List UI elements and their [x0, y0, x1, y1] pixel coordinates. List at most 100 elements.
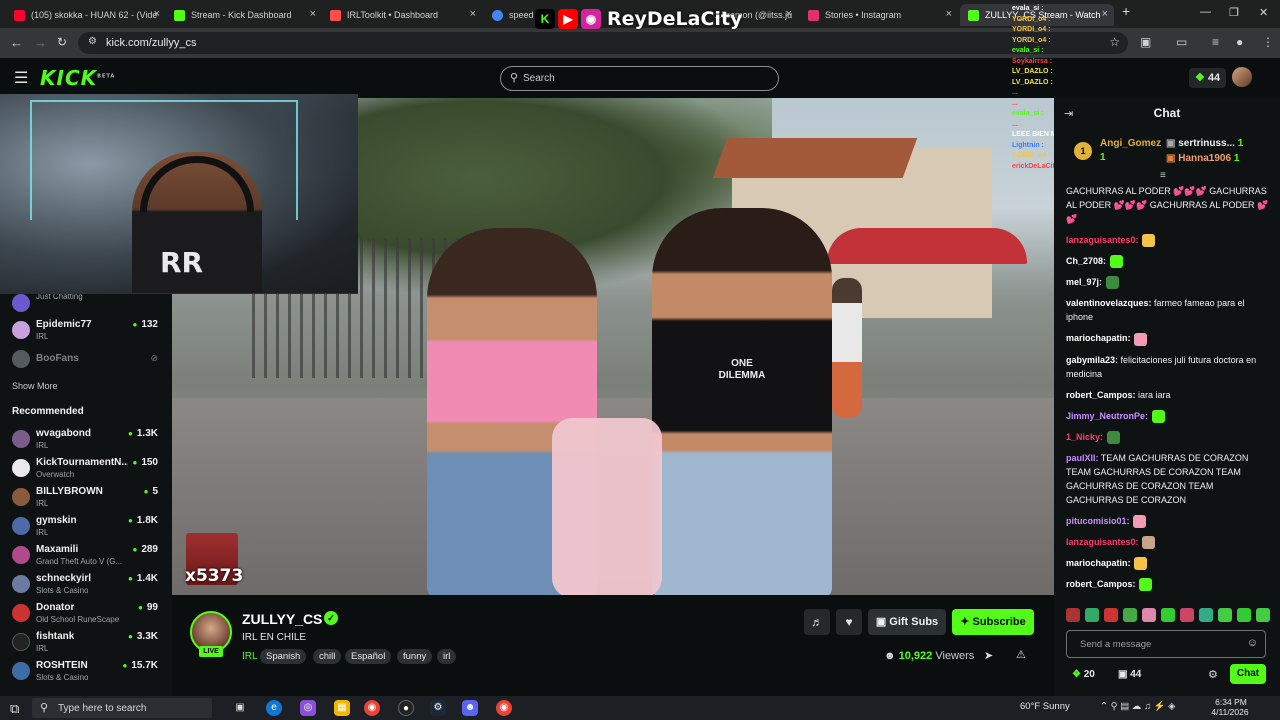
sidebar-item-epidemic77[interactable]: Epidemic77 IRL 132 — [0, 315, 172, 344]
tag-chip[interactable]: chill — [313, 649, 342, 664]
quick-emote-icon[interactable] — [1085, 608, 1099, 622]
weather-widget[interactable]: 60°F Sunny — [1020, 701, 1070, 712]
notification-bell-icon[interactable]: ♬ — [804, 609, 830, 635]
chat-username[interactable]: robert_Campos: — [1066, 579, 1136, 589]
close-window-icon[interactable]: ✕ — [1259, 6, 1268, 19]
chat-username[interactable]: Jimmy_NeutronPe: — [1066, 411, 1148, 421]
chat-username[interactable]: mariochapatin: — [1066, 558, 1131, 568]
media-icon[interactable]: ≡ — [1212, 35, 1219, 49]
sidebar-item-billybrown[interactable]: BILLYBROWN IRL 5 — [0, 482, 172, 511]
close-tab-icon[interactable]: × — [786, 8, 792, 20]
tag-chip[interactable]: Español — [345, 649, 392, 664]
quick-emote-icon[interactable] — [1066, 608, 1080, 622]
chat-username[interactable]: paulXll: — [1066, 453, 1099, 463]
sidebar-item-gymskin[interactable]: gymskin IRL 1.8K — [0, 511, 172, 540]
clock-time[interactable]: 6:34 PM — [1208, 697, 1254, 707]
url-text[interactable]: kick.com/zullyy_cs — [106, 37, 196, 49]
emoji-picker-icon[interactable]: ☺ — [1247, 637, 1258, 649]
hamburger-menu-icon[interactable]: ☰ — [14, 68, 28, 88]
taskbar-search[interactable]: ⚲ Type here to search — [32, 698, 212, 718]
site-info-icon[interactable]: ⚙ — [88, 36, 97, 47]
profile-icon[interactable]: ● — [1236, 35, 1243, 49]
chat-username[interactable]: robert_Campos: — [1066, 390, 1136, 400]
quick-emote-icon[interactable] — [1104, 608, 1118, 622]
sidebar-item-fishtank[interactable]: fishtank IRL 3.3K — [0, 627, 172, 656]
chat-username[interactable]: pitucomisio01: — [1066, 516, 1130, 526]
chat-username[interactable]: Ch_2708: — [1066, 256, 1106, 266]
chrome-icon[interactable]: ◉ — [496, 700, 512, 716]
sidebar-item-schneckyirl[interactable]: schneckyirl Slots & Casino 1.4K — [0, 569, 172, 598]
chat-message-input[interactable]: Send a message ☺ — [1066, 630, 1266, 658]
sidebar-item-maxamili[interactable]: Maxamili Grand Theft Auto V (G... 289 — [0, 540, 172, 569]
omnibox[interactable]: ⚙ kick.com/zullyy_cs ☆ — [78, 32, 1128, 54]
close-tab-icon[interactable]: × — [470, 8, 476, 20]
chat-username[interactable]: 1_Nicky: — [1066, 432, 1103, 442]
menu-dots-icon[interactable]: ⋮ — [1262, 35, 1274, 49]
browser-tab-6[interactable]: Stories • Instagram × — [800, 4, 958, 26]
windows-start-icon[interactable]: ⧉ — [10, 701, 19, 717]
chat-username[interactable]: valentinovelazques: — [1066, 298, 1152, 308]
quick-emote-icon[interactable] — [1199, 608, 1213, 622]
minimize-icon[interactable]: — — [1200, 6, 1211, 18]
quick-emote-icon[interactable] — [1256, 608, 1270, 622]
kick-points-badge[interactable]: ❖ 44 — [1189, 68, 1226, 88]
cast-icon[interactable]: ▭ — [1176, 35, 1187, 49]
browser-tab-3[interactable]: IRLToolkit • Dashboard × — [322, 4, 482, 26]
sidebar-item-boofans[interactable]: BooFans ⊘ — [0, 344, 172, 373]
bookmark-star-icon[interactable]: ☆ — [1109, 35, 1120, 49]
chat-username[interactable]: lanzaguisantes0: — [1066, 235, 1139, 245]
tag-chip[interactable]: funny — [397, 649, 433, 664]
app-icon[interactable]: ◎ — [300, 700, 316, 716]
channel-points[interactable]: ❖ 20 — [1072, 669, 1095, 680]
close-tab-icon[interactable]: × — [946, 8, 952, 20]
chat-username[interactable]: mel_97j: — [1066, 277, 1102, 287]
tag-chip[interactable]: Spanish — [260, 649, 307, 664]
browser-tab-4[interactable]: speed t — [484, 4, 536, 26]
close-tab-icon[interactable]: × — [1102, 8, 1108, 20]
new-tab-button[interactable]: + — [1122, 3, 1130, 19]
close-tab-icon[interactable]: × — [310, 8, 316, 20]
clock-date[interactable]: 4/11/2026 — [1204, 707, 1256, 717]
streamer-name[interactable]: ZULLYY_CS — [242, 611, 322, 627]
chat-username[interactable]: lanzaguisantes0: — [1066, 537, 1139, 547]
quick-emote-icon[interactable] — [1123, 608, 1137, 622]
obs-icon[interactable]: ● — [398, 700, 414, 716]
sidebar-item-wvagabond[interactable]: wvagabond IRL 1.3K — [0, 424, 172, 453]
tag-chip[interactable]: irl — [437, 649, 457, 664]
chat-send-button[interactable]: Chat — [1230, 664, 1266, 684]
gifter-name[interactable]: ▣ Hanna1906 1 — [1166, 153, 1239, 164]
sidebar-item-kicktournament[interactable]: KickTournamentN... Overwatch 150 — [0, 453, 172, 482]
back-icon[interactable]: ← — [10, 35, 23, 50]
quick-emote-icon[interactable] — [1142, 608, 1156, 622]
search-input[interactable]: ⚲ Search — [500, 66, 779, 91]
quick-emote-icon[interactable] — [1180, 608, 1194, 622]
subscribe-button[interactable]: ✦ Subscribe — [952, 609, 1034, 635]
report-icon[interactable]: ⚠ — [1016, 648, 1026, 661]
share-icon[interactable]: ➤ — [984, 649, 993, 662]
follow-heart-icon[interactable]: ♥ — [836, 609, 862, 635]
extensions-icon[interactable]: ▣ — [1140, 35, 1151, 49]
kick-logo[interactable]: KICKBETA — [40, 66, 115, 90]
top-gifter-name[interactable]: Angi_Gomez — [1100, 138, 1161, 149]
task-view-icon[interactable]: ▣ — [232, 700, 248, 716]
browser-tab-2[interactable]: Stream - Kick Dashboard × — [166, 4, 322, 26]
chat-username[interactable]: mariochapatin: — [1066, 333, 1131, 343]
sidebar-item-donator[interactable]: Donator Old School RuneScape 99 — [0, 598, 172, 627]
sidebar-item-roshtein[interactable]: ROSHTEIN Slots & Casino 15.7K — [0, 656, 172, 685]
steam-icon[interactable]: ⚙ — [430, 700, 446, 716]
user-avatar[interactable] — [1232, 67, 1252, 87]
reload-icon[interactable]: ↻ — [57, 35, 67, 49]
edge-icon[interactable]: e — [266, 700, 282, 716]
sub-count[interactable]: ▣ 44 — [1118, 669, 1141, 680]
browser-tab-1[interactable]: (105) skokka - HUAN 62 - (Vide × — [6, 4, 166, 26]
stream-category[interactable]: IRL — [242, 651, 258, 662]
chat-settings-icon[interactable]: ⚙ — [1208, 668, 1218, 681]
close-tab-icon[interactable]: × — [154, 8, 160, 20]
quick-emote-icon[interactable] — [1218, 608, 1232, 622]
quick-emote-icon[interactable] — [1161, 608, 1175, 622]
forward-icon[interactable]: → — [34, 35, 47, 50]
show-more-link[interactable]: Show More — [12, 381, 58, 391]
gift-subs-button[interactable]: ▣ Gift Subs — [868, 609, 946, 635]
maximize-icon[interactable]: ❐ — [1229, 6, 1239, 19]
gifter-name[interactable]: ▣ sertrinuss... 1 — [1166, 138, 1243, 149]
